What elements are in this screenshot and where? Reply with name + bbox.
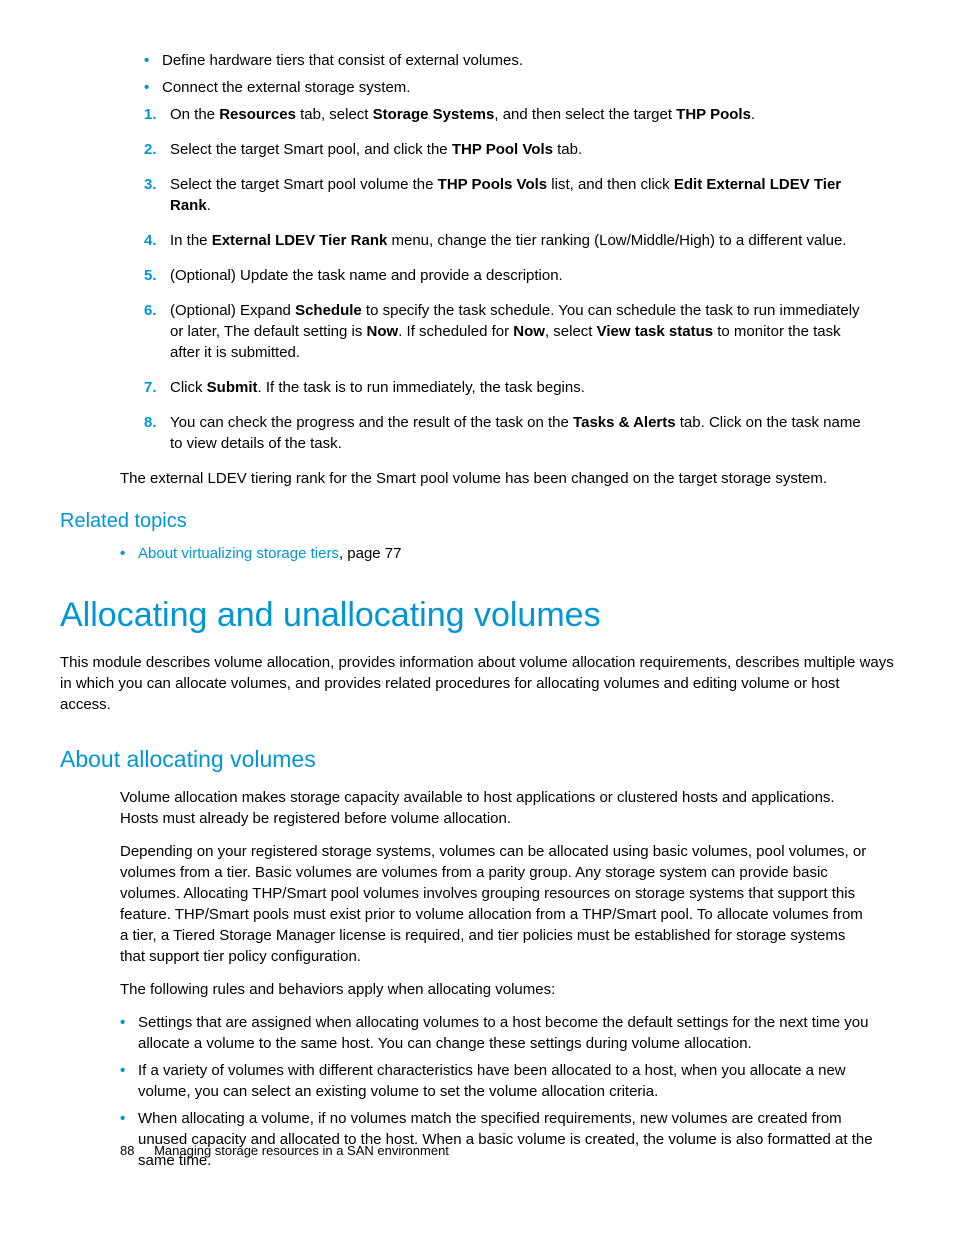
document-page: Define hardware tiers that consist of ex…: [0, 0, 954, 1235]
page-footer: 88 Managing storage resources in a SAN e…: [120, 1142, 449, 1160]
related-topics-block: About virtualizing storage tiers, page 7…: [120, 543, 874, 564]
list-item: About virtualizing storage tiers, page 7…: [120, 543, 874, 564]
related-link[interactable]: About virtualizing storage tiers: [138, 545, 339, 562]
paragraph: The following rules and behaviors apply …: [120, 979, 874, 1000]
section-intro: This module describes volume allocation,…: [60, 652, 894, 715]
step-item: On the Resources tab, select Storage Sys…: [144, 104, 874, 125]
closing-paragraph: The external LDEV tiering rank for the S…: [120, 468, 874, 489]
footer-title: Managing storage resources in a SAN envi…: [154, 1143, 449, 1158]
step-item: Select the target Smart pool volume the …: [144, 174, 874, 216]
top-procedure-block: Define hardware tiers that consist of ex…: [120, 50, 874, 489]
list-item: If a variety of volumes with different c…: [120, 1060, 874, 1102]
list-item: When allocating a volume, if no volumes …: [120, 1108, 874, 1171]
step-item: (Optional) Expand Schedule to specify th…: [144, 300, 874, 363]
pre-bullet-list: Define hardware tiers that consist of ex…: [120, 50, 874, 98]
bullet-text: If a variety of volumes with different c…: [138, 1062, 846, 1100]
section-heading-allocating: Allocating and unallocating volumes: [60, 592, 894, 640]
about-allocating-block: Volume allocation makes storage capacity…: [120, 787, 874, 1171]
step-item: You can check the progress and the resul…: [144, 412, 874, 454]
step-item: Click Submit. If the task is to run imme…: [144, 377, 874, 398]
list-item: Define hardware tiers that consist of ex…: [144, 50, 874, 71]
subsection-heading-about-allocating: About allocating volumes: [60, 743, 894, 775]
related-suffix: , page 77: [339, 545, 402, 562]
bullet-text: Connect the external storage system.: [162, 79, 410, 96]
step-item: Select the target Smart pool, and click …: [144, 139, 874, 160]
numbered-steps: On the Resources tab, select Storage Sys…: [120, 104, 874, 454]
list-item: Settings that are assigned when allocati…: [120, 1012, 874, 1054]
paragraph: Volume allocation makes storage capacity…: [120, 787, 874, 829]
related-list: About virtualizing storage tiers, page 7…: [120, 543, 874, 564]
bullet-text: Settings that are assigned when allocati…: [138, 1014, 868, 1052]
related-topics-heading: Related topics: [60, 507, 894, 535]
paragraph: Depending on your registered storage sys…: [120, 841, 874, 967]
list-item: Connect the external storage system.: [144, 77, 874, 98]
bullet-text: Define hardware tiers that consist of ex…: [162, 52, 523, 69]
step-item: (Optional) Update the task name and prov…: [144, 265, 874, 286]
step-item: In the External LDEV Tier Rank menu, cha…: [144, 230, 874, 251]
page-number: 88: [120, 1143, 134, 1158]
